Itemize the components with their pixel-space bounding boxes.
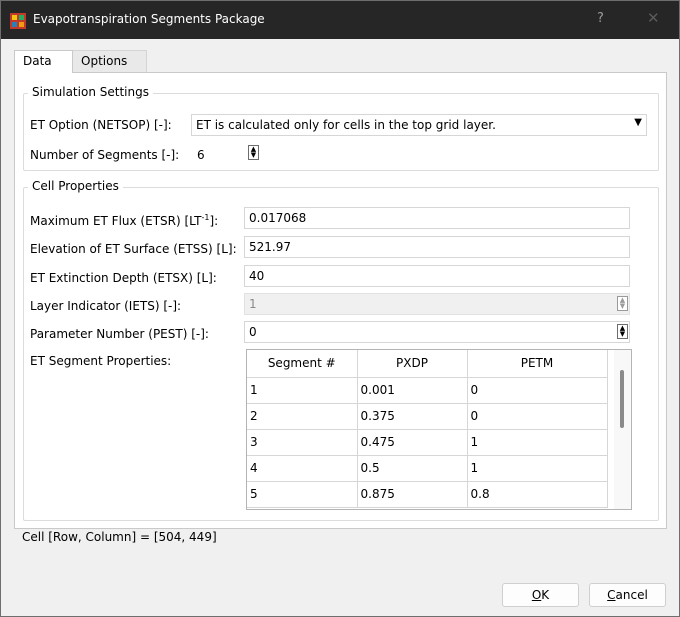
etsr-label-end: ]: — [209, 214, 219, 228]
table-cell[interactable]: 1 — [247, 377, 358, 404]
segments-label: ET Segment Properties: — [30, 354, 172, 368]
pest-spinner[interactable]: ▲ ▼ — [617, 324, 628, 339]
num-segments-value[interactable]: 6 — [197, 148, 205, 162]
help-button[interactable]: ? — [597, 11, 604, 26]
table-row: 5 0.875 0.8 — [247, 481, 608, 508]
table-cell[interactable]: 4 — [247, 455, 358, 482]
window-title: Evapotranspiration Segments Package — [33, 12, 265, 26]
table-cell[interactable]: 0 — [467, 403, 608, 430]
segment-grid: Segment # PXDP PETM 1 0.001 0 2 0.375 0 — [247, 350, 608, 508]
dialog-window: Evapotranspiration Segments Package ? ✕ … — [0, 0, 680, 617]
table-cell[interactable]: 5 — [247, 481, 358, 508]
etsr-label: Maximum ET Flux (ETSR) [LT-1]: — [30, 213, 218, 228]
data-tab-panel: Simulation Settings ET Option (NETSOP) [… — [14, 72, 667, 529]
etsr-label-text: Maximum ET Flux (ETSR) [LT — [30, 214, 202, 228]
cancel-mnemonic: C — [607, 588, 616, 602]
cancel-button[interactable]: Cancel — [589, 583, 666, 607]
table-cell[interactable]: 0.475 — [357, 429, 468, 456]
etss-input[interactable]: 521.97 — [244, 236, 630, 258]
table-cell[interactable]: 0.875 — [357, 481, 468, 508]
cell-properties-title: Cell Properties — [28, 179, 123, 193]
iets-spinner: ▲ ▼ — [617, 296, 628, 311]
ok-button[interactable]: OK — [502, 583, 579, 607]
pest-label: Parameter Number (PEST) [-]: — [30, 327, 209, 341]
tab-data[interactable]: Data — [14, 50, 73, 73]
table-cell[interactable]: 2 — [247, 403, 358, 430]
title-bar[interactable]: Evapotranspiration Segments Package ? ✕ — [1, 1, 679, 39]
iets-input: 1 — [244, 293, 630, 315]
tab-options[interactable]: Options — [73, 50, 147, 72]
etsx-input[interactable]: 40 — [244, 265, 630, 287]
table-cell[interactable]: 0.5 — [357, 455, 468, 482]
num-segments-spinner[interactable]: ▲ ▼ — [248, 145, 259, 160]
et-option-dropdown[interactable]: ET is calculated only for cells in the t… — [191, 114, 647, 136]
table-cell[interactable]: 3 — [247, 429, 358, 456]
table-header-row: Segment # PXDP PETM — [247, 350, 608, 378]
simulation-settings-title: Simulation Settings — [28, 85, 153, 99]
table-cell[interactable]: 1 — [467, 455, 608, 482]
ok-mnemonic: O — [531, 588, 542, 602]
et-option-label: ET Option (NETSOP) [-]: — [30, 118, 172, 132]
column-header-petm[interactable]: PETM — [467, 350, 608, 378]
etss-label: Elevation of ET Surface (ETSS) [L]: — [30, 242, 237, 256]
etsx-label: ET Extinction Depth (ETSX) [L]: — [30, 271, 217, 285]
close-button[interactable]: ✕ — [647, 9, 660, 27]
table-row: 3 0.475 1 — [247, 429, 608, 456]
segment-table[interactable]: Segment # PXDP PETM 1 0.001 0 2 0.375 0 — [246, 349, 632, 510]
cell-position-status: Cell [Row, Column] = [504, 449] — [22, 530, 217, 544]
iets-label: Layer Indicator (IETS) [-]: — [30, 299, 182, 313]
app-icon — [10, 13, 26, 29]
ok-label: K — [541, 588, 550, 602]
pest-input[interactable]: 0 — [244, 321, 630, 343]
etsr-label-exponent: -1 — [201, 213, 210, 222]
scrollbar-thumb[interactable] — [620, 370, 624, 428]
cancel-label: ancel — [615, 588, 648, 602]
num-segments-label: Number of Segments [-]: — [30, 148, 180, 162]
table-cell[interactable]: 0 — [467, 377, 608, 404]
column-header-segment[interactable]: Segment # — [247, 350, 358, 378]
table-row: 2 0.375 0 — [247, 403, 608, 430]
table-row: 1 0.001 0 — [247, 377, 608, 404]
table-cell[interactable]: 0.8 — [467, 481, 608, 508]
table-cell[interactable]: 0.375 — [357, 403, 468, 430]
column-header-pxdp[interactable]: PXDP — [357, 350, 468, 378]
et-option-value: ET is calculated only for cells in the t… — [196, 118, 496, 132]
table-row: 4 0.5 1 — [247, 455, 608, 482]
etsr-input[interactable]: 0.017068 — [244, 207, 630, 229]
table-vertical-scrollbar[interactable] — [614, 350, 631, 509]
table-cell[interactable]: 1 — [467, 429, 608, 456]
table-cell[interactable]: 0.001 — [357, 377, 468, 404]
chevron-down-icon: ▼ — [634, 117, 642, 128]
